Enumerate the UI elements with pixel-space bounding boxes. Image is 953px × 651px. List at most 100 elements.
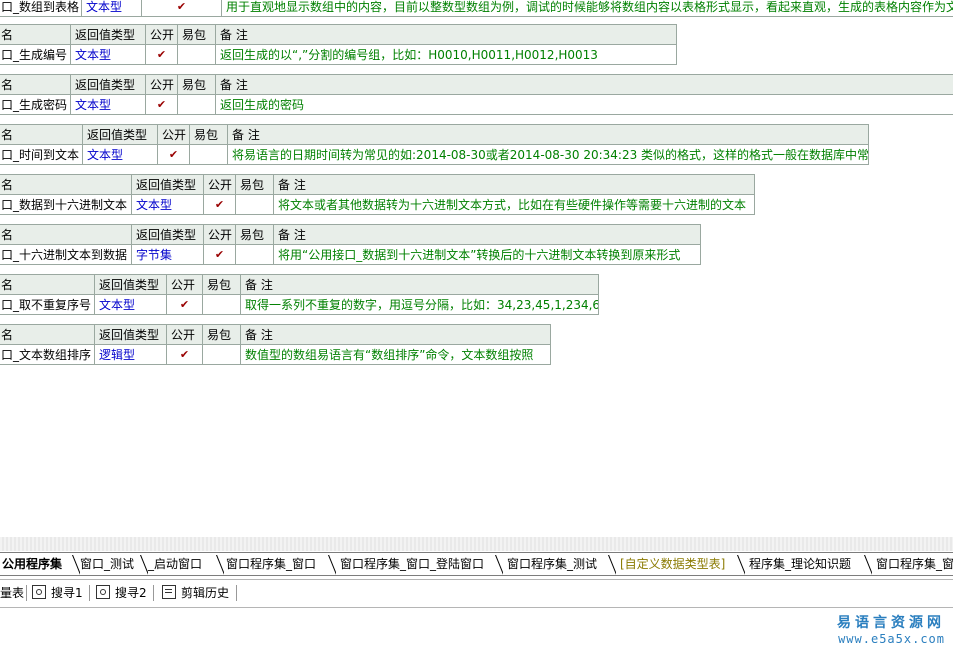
public-cell[interactable]: ✔ (203, 194, 236, 215)
sub-name-cell[interactable]: 口_时间到文本 (0, 144, 83, 165)
check-icon: ✔ (179, 348, 190, 361)
col-public-header: 公开 (145, 24, 178, 45)
tab-window-test[interactable]: 窗口_测试 (80, 553, 134, 575)
public-cell[interactable]: ✔ (145, 44, 178, 65)
easy-cell[interactable] (202, 344, 241, 365)
sub-name-cell[interactable]: 口_文本数组排序 (0, 344, 95, 365)
col-type-header: 返回值类型 (70, 24, 146, 45)
remark-cell[interactable]: 取得一系列不重复的数字，用逗号分隔，比如：34,23,45,1,234,6 (240, 294, 599, 315)
tab-separator (70, 555, 80, 575)
tool-search2[interactable]: 搜寻2 (96, 583, 147, 603)
sub-name-cell[interactable]: 口_数组到表格 (0, 0, 82, 17)
tool-label: 剪辑历史 (181, 586, 230, 600)
easy-cell[interactable] (202, 294, 241, 315)
col-name-header: 名 (0, 124, 83, 145)
easy-cell[interactable] (235, 194, 274, 215)
tool-label: 搜寻1 (51, 586, 83, 600)
divider (0, 607, 953, 608)
tab-separator (214, 555, 224, 575)
return-type-cell[interactable]: 逻辑型 (94, 344, 167, 365)
tab-custom-data-types[interactable]: [自定义数据类型表] (620, 553, 725, 575)
table-row[interactable]: 口_生成密码 文本型 ✔ 返回生成的密码 (0, 94, 953, 115)
check-icon: ✔ (179, 298, 190, 311)
easy-cell[interactable] (177, 94, 216, 115)
public-cell[interactable]: ✔ (203, 244, 236, 265)
public-cell[interactable]: ✔ (157, 144, 190, 165)
tool-search1[interactable]: 搜寻1 (32, 583, 83, 603)
tab-separator (862, 555, 872, 575)
table-row[interactable]: 口_生成编号 文本型 ✔ 返回生成的以“,”分割的编号组，比如：H0010,H0… (0, 44, 677, 65)
remark-cell[interactable]: 将用“公用接口_数据到十六进制文本”转换后的十六进制文本转换到原来形式 (273, 244, 701, 265)
sub-table-5: 名 返回值类型 公开 易包 备 注 口_取不重复序号 文本型 ✔ 取得一系列不重… (0, 274, 599, 315)
col-name-header: 名 (0, 174, 132, 195)
table-row[interactable]: 口_十六进制文本到数据 字节集 ✔ 将用“公用接口_数据到十六进制文本”转换后的… (0, 244, 701, 265)
bottom-toolbar: 量表 搜寻1 搜寻2 剪辑历史 (0, 581, 953, 605)
return-type-cell[interactable]: 文本型 (70, 94, 146, 115)
public-cell[interactable]: ✔ (145, 94, 178, 115)
tab-separator (326, 555, 336, 575)
remark-cell[interactable]: 用于直观地显示数组中的内容，目前以整数型数组为例，调试的时候能够将数组内容以表格… (221, 0, 953, 17)
easy-cell[interactable] (235, 244, 274, 265)
tool-separator (153, 585, 154, 601)
sub-table-2: 名 返回值类型 公开 易包 备 注 口_时间到文本 文本型 ✔ 将易语言的日期时… (0, 124, 869, 165)
return-type-cell[interactable]: 文本型 (82, 144, 158, 165)
sub-table-6: 名 返回值类型 公开 易包 备 注 口_文本数组排序 逻辑型 ✔ 数值型的数组易… (0, 324, 551, 365)
public-cell[interactable]: ✔ (166, 344, 203, 365)
table-header: 名 返回值类型 公开 易包 备 注 (0, 324, 551, 345)
col-public-header: 公开 (203, 224, 236, 245)
easy-cell[interactable] (177, 44, 216, 65)
tab-program-set-theory[interactable]: 程序集_理论知识题 (749, 553, 851, 575)
table-row[interactable]: 口_数据到十六进制文本 文本型 ✔ 将文本或者其他数据转为十六进制文本方式，比如… (0, 194, 755, 215)
return-type-cell[interactable]: 文本型 (94, 294, 167, 315)
remark-cell[interactable]: 返回生成的以“,”分割的编号组，比如：H0010,H0011,H0012,H00… (215, 44, 677, 65)
table-row[interactable]: 口_文本数组排序 逻辑型 ✔ 数值型的数组易语言有“数组排序”命令，文本数组按照 (0, 344, 551, 365)
check-icon: ✔ (176, 0, 187, 13)
sub-name-cell[interactable]: 口_生成密码 (0, 94, 71, 115)
public-cell[interactable]: ✔ (166, 294, 203, 315)
col-easy-header: 易包 (235, 224, 274, 245)
return-type-cell[interactable]: 文本型 (70, 44, 146, 65)
col-type-header: 返回值类型 (131, 174, 204, 195)
tab-public-program-set[interactable]: 公用程序集 (2, 553, 62, 575)
tab-window-program-set-truncated[interactable]: 窗口程序集_窗 (876, 553, 953, 575)
return-type-cell[interactable]: 文本型 (81, 0, 142, 17)
return-type-cell[interactable]: 字节集 (131, 244, 204, 265)
remark-cell[interactable]: 返回生成的密码 (215, 94, 953, 115)
remark-cell[interactable]: 数值型的数组易语言有“数组排序”命令，文本数组按照 (240, 344, 551, 365)
remark-cell[interactable]: 将易语言的日期时间转为常见的如:2014-08-30或者2014-08-30 2… (227, 144, 869, 165)
tool-variable-table[interactable]: 量表 (0, 583, 24, 603)
col-easy-header: 易包 (202, 324, 241, 345)
return-type-cell[interactable]: 文本型 (131, 194, 204, 215)
table-header: 名 返回值类型 公开 易包 备 注 (0, 174, 755, 195)
sub-table-4: 名 返回值类型 公开 易包 备 注 口_十六进制文本到数据 字节集 ✔ 将用“公… (0, 224, 701, 265)
table-row[interactable]: 口_数组到表格 文本型 ✔ 用于直观地显示数组中的内容，目前以整数型数组为例，调… (0, 0, 953, 17)
table-row[interactable]: 口_时间到文本 文本型 ✔ 将易语言的日期时间转为常见的如:2014-08-30… (0, 144, 869, 165)
remark-cell[interactable]: 将文本或者其他数据转为十六进制文本方式，比如在有些硬件操作等需要十六进制的文本 (273, 194, 755, 215)
public-cell[interactable]: ✔ (141, 0, 222, 17)
tab-window-program-set-login[interactable]: 窗口程序集_窗口_登陆窗口 (340, 553, 484, 575)
tab-window-program-set-window[interactable]: 窗口程序集_窗口 (226, 553, 316, 575)
col-easy-header: 易包 (235, 174, 274, 195)
col-public-header: 公开 (203, 174, 236, 195)
sub-name-cell[interactable]: 口_数据到十六进制文本 (0, 194, 132, 215)
col-type-header: 返回值类型 (82, 124, 158, 145)
table-row[interactable]: 口_取不重复序号 文本型 ✔ 取得一系列不重复的数字，用逗号分隔，比如：34,2… (0, 294, 599, 315)
sub-name-cell[interactable]: 口_取不重复序号 (0, 294, 95, 315)
tab-startup-window[interactable]: _启动窗口 (148, 553, 202, 575)
tab-window-program-set-test[interactable]: 窗口程序集_测试 (507, 553, 597, 575)
horizontal-scrollbar[interactable] (0, 537, 953, 551)
sub-name-cell[interactable]: 口_生成编号 (0, 44, 71, 65)
watermark-url: www.e5a5x.com (838, 632, 945, 646)
easy-cell[interactable] (189, 144, 228, 165)
tool-clip-history[interactable]: 剪辑历史 (162, 583, 229, 603)
col-remark-header: 备 注 (215, 24, 677, 45)
sub-name-cell[interactable]: 口_十六进制文本到数据 (0, 244, 132, 265)
check-icon: ✔ (156, 48, 167, 61)
tab-separator (606, 555, 616, 575)
col-type-header: 返回值类型 (70, 74, 146, 95)
col-easy-header: 易包 (189, 124, 228, 145)
tab-separator (735, 555, 745, 575)
col-public-header: 公开 (166, 274, 203, 295)
table-header: 名 返回值类型 公开 易包 备 注 (0, 224, 701, 245)
tool-separator (26, 585, 27, 601)
